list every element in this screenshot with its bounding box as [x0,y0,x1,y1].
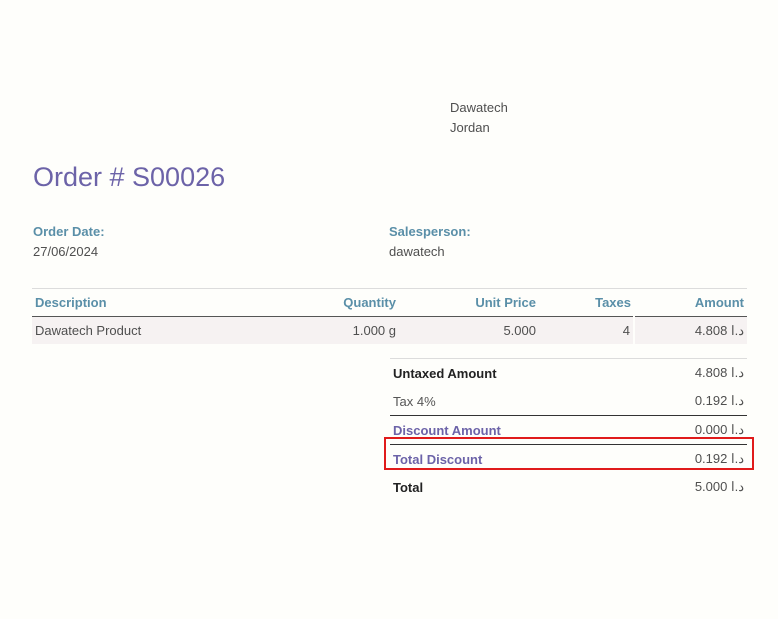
col-quantity: Quantity [238,288,399,317]
col-unit-price: Unit Price [399,288,539,317]
totals-table: Untaxed Amount 4.808 د.ا Tax 4% 0.192 د.… [390,358,747,501]
company-country: Jordan [450,120,490,135]
order-lines-table: Description Quantity Unit Price Taxes Am… [32,288,747,344]
line-unit-price: 5.000 [503,323,536,338]
line-quantity: 1.000 g [352,323,396,338]
order-date-label: Order Date: [33,224,105,239]
total-label: Total [393,479,424,495]
total-value: 5.000 د.ا [694,479,744,494]
company-address: Dawatech Jordan [450,98,508,138]
untaxed-label: Untaxed Amount [390,358,631,387]
total-row: Total 5.000 د.ا [390,473,747,501]
order-date-block: Order Date: 27/06/2024 [33,222,105,262]
salesperson-value: dawatech [389,244,445,259]
col-amount: Amount [634,288,747,317]
table-row: Dawatech Product 1.000 g 5.000 4 4.808 د… [32,316,747,344]
tax-value: 0.192 د.ا [694,393,744,408]
company-name: Dawatech [450,100,508,115]
line-description: Dawatech Product [35,323,142,338]
table-header-row: Description Quantity Unit Price Taxes Am… [32,288,747,317]
order-title: Order # S00026 [33,162,226,192]
salesperson-label: Salesperson: [389,224,471,239]
line-taxes: 4 [622,323,630,338]
order-date-value: 27/06/2024 [33,244,99,259]
untaxed-row: Untaxed Amount 4.808 د.ا [390,358,747,387]
col-taxes: Taxes [539,288,634,317]
col-description: Description [32,288,238,317]
line-amount: 4.808 د.ا [633,316,747,344]
tax-row: Tax 4% 0.192 د.ا [390,387,747,416]
total-discount-highlight-box [384,437,754,470]
salesperson-block: Salesperson: dawatech [389,222,471,262]
untaxed-value: 4.808 د.ا [630,358,747,387]
tax-label: Tax 4% [393,393,436,409]
